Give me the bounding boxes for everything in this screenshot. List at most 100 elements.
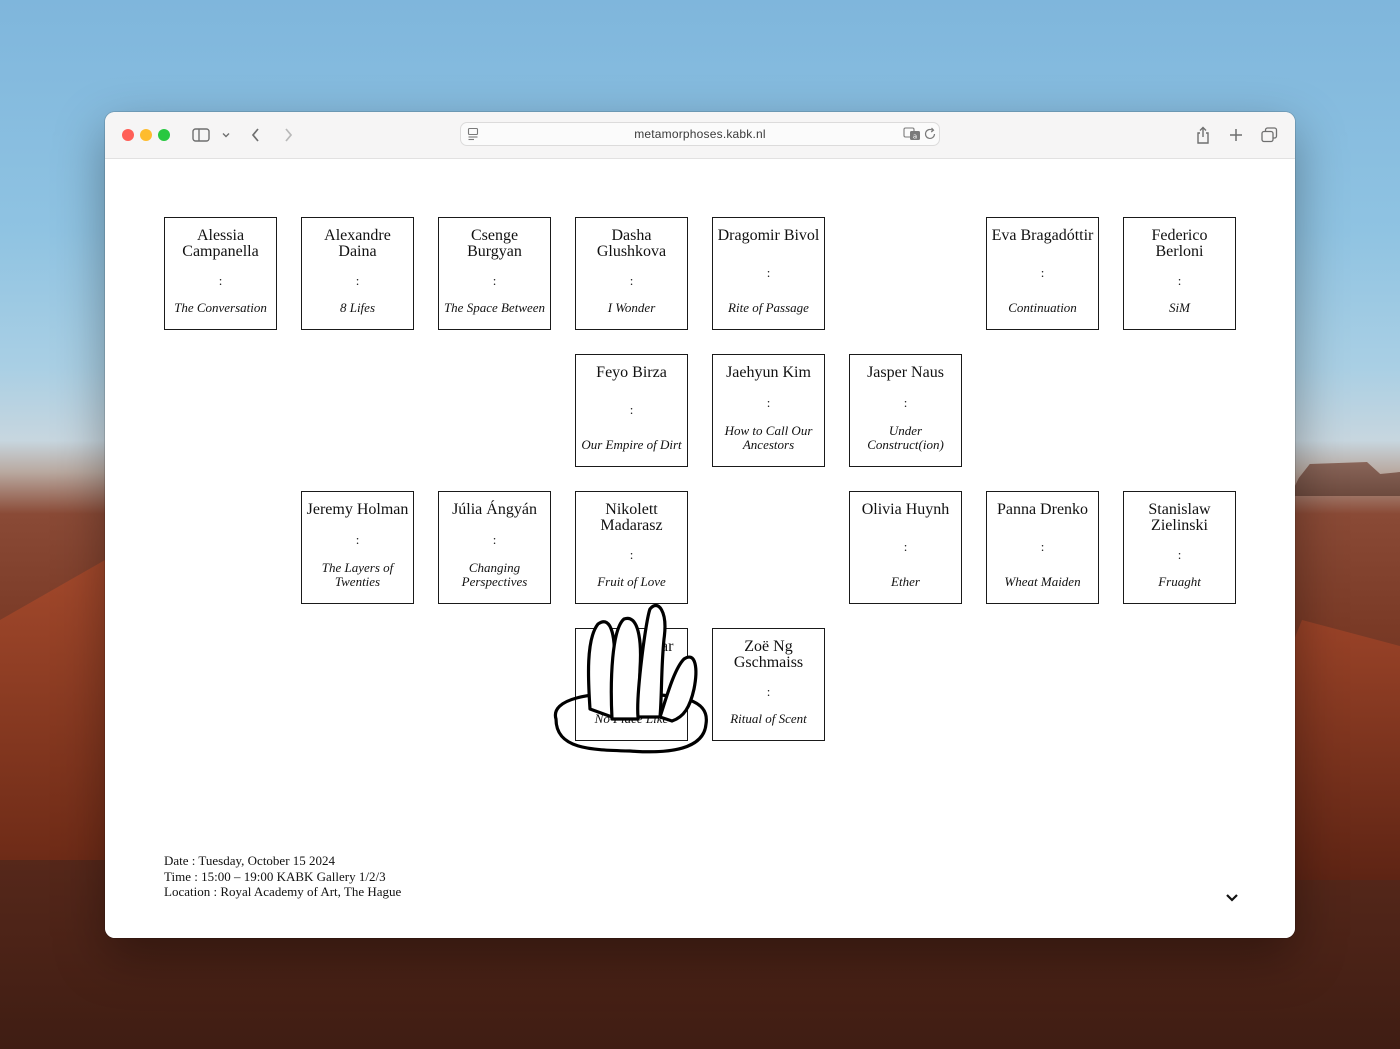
project-title: Ether bbox=[891, 574, 920, 589]
share-icon bbox=[1197, 126, 1209, 144]
project-card[interactable]: Dragomir Bivol: Rite of Passage bbox=[712, 217, 825, 330]
project-student-name: Csenge Burgyan bbox=[467, 227, 522, 260]
project-card[interactable]: Vin Engelaar: No Place Like bbox=[575, 628, 688, 741]
project-title: Changing Perspectives bbox=[461, 560, 528, 589]
project-student-name: Jaehyun Kim bbox=[726, 364, 811, 381]
project-title: Fruaght bbox=[1158, 574, 1201, 589]
project-student-name: Jasper Naus bbox=[867, 364, 944, 381]
zoom-window-button[interactable] bbox=[158, 129, 170, 141]
chevron-left-icon bbox=[251, 128, 259, 142]
project-title: SiM bbox=[1169, 300, 1190, 315]
project-title: The Space Between bbox=[443, 300, 546, 315]
project-title: How to Call Our Ancestors bbox=[724, 423, 813, 452]
event-info: Date : Tuesday, October 15 2024 Time : 1… bbox=[164, 853, 401, 900]
project-student-name: Panna Drenko bbox=[996, 501, 1089, 518]
chevron-down-icon bbox=[222, 133, 230, 138]
project-title: Under Construct(ion) bbox=[867, 423, 944, 452]
project-card[interactable]: Stanislaw Zielinski: Fruaght bbox=[1123, 491, 1236, 604]
sidebar-menu-button[interactable] bbox=[219, 123, 233, 147]
project-student-name: Nikolett Madarasz bbox=[600, 501, 663, 534]
project-card[interactable]: Alessia Campanella: The Conversation bbox=[164, 217, 277, 330]
share-button[interactable] bbox=[1193, 123, 1213, 147]
address-bar[interactable]: metamorphoses.kabk.nl a bbox=[460, 122, 940, 146]
project-separator: : bbox=[1177, 547, 1182, 562]
page-content: Alessia Campanella: The Conversation Alexa… bbox=[105, 159, 1295, 938]
background-mesa bbox=[1290, 462, 1400, 496]
project-card[interactable]: Alexandre Daina: 8 Lifes bbox=[301, 217, 414, 330]
svg-text:a: a bbox=[913, 133, 917, 141]
project-student-name: Alexandre Daina bbox=[324, 227, 391, 260]
project-card[interactable]: Jeremy Holman: The Layers of Twenties bbox=[301, 491, 414, 604]
project-card[interactable]: Federico Berloni: SiM bbox=[1123, 217, 1236, 330]
project-student-name: Dragomir Bivol bbox=[717, 227, 820, 244]
project-student-name: Vin Engelaar bbox=[589, 638, 674, 655]
event-date: Date : Tuesday, October 15 2024 bbox=[164, 853, 336, 868]
project-separator: : bbox=[766, 684, 771, 699]
new-tab-button[interactable] bbox=[1226, 123, 1246, 147]
project-student-name: Olivia Huynh bbox=[861, 501, 950, 518]
project-separator: : bbox=[492, 532, 497, 547]
project-title: The Layers of Twenties bbox=[321, 560, 394, 589]
tab-overview-button[interactable] bbox=[1259, 123, 1279, 147]
project-card[interactable]: Júlia Ángyán: Changing Perspectives bbox=[438, 491, 551, 604]
project-card[interactable]: Panna Drenko: Wheat Maiden bbox=[986, 491, 1099, 604]
translate-icon[interactable]: a bbox=[903, 127, 921, 146]
project-separator: : bbox=[629, 273, 634, 288]
project-separator: : bbox=[766, 395, 771, 410]
close-window-button[interactable] bbox=[122, 129, 134, 141]
browser-toolbar: metamorphoses.kabk.nl a bbox=[105, 112, 1295, 159]
project-separator: : bbox=[492, 273, 497, 288]
url-text: metamorphoses.kabk.nl bbox=[634, 127, 766, 141]
project-separator: : bbox=[903, 395, 908, 410]
sidebar-icon bbox=[192, 128, 210, 142]
project-title: I Wonder bbox=[607, 300, 656, 315]
project-card[interactable]: Nikolett Madarasz: Fruit of Love bbox=[575, 491, 688, 604]
project-student-name: Zoë Ng Gschmaiss bbox=[733, 638, 804, 671]
project-student-name: Júlia Ángyán bbox=[452, 501, 537, 518]
project-title: Ritual of Scent bbox=[730, 711, 807, 726]
reload-icon[interactable] bbox=[924, 127, 937, 146]
project-student-name: Stanislaw Zielinski bbox=[1148, 501, 1211, 534]
project-card[interactable]: Zoë Ng Gschmaiss: Ritual of Scent bbox=[712, 628, 825, 741]
minimize-window-button[interactable] bbox=[140, 129, 152, 141]
back-button[interactable] bbox=[246, 123, 266, 147]
project-student-name: Federico Berloni bbox=[1151, 227, 1208, 260]
project-card[interactable]: Csenge Burgyan: The Space Between bbox=[438, 217, 551, 330]
project-title: Our Empire of Dirt bbox=[581, 437, 682, 452]
sidebar-toggle-button[interactable] bbox=[191, 123, 211, 147]
project-card[interactable]: Eva Bragadóttir: Continuation bbox=[986, 217, 1099, 330]
project-student-name: Feyo Birza bbox=[596, 364, 667, 381]
project-separator: : bbox=[1040, 539, 1045, 554]
project-card[interactable]: Jaehyun Kim: How to Call Our Ancestors bbox=[712, 354, 825, 467]
project-title: No Place Like bbox=[594, 711, 669, 726]
project-separator: : bbox=[355, 273, 360, 288]
forward-button[interactable] bbox=[278, 123, 298, 147]
project-title: Wheat Maiden bbox=[1004, 574, 1081, 589]
plus-icon bbox=[1230, 129, 1242, 141]
scroll-down-icon[interactable] bbox=[1223, 889, 1241, 907]
project-student-name: Jeremy Holman bbox=[306, 501, 409, 518]
project-separator: : bbox=[629, 547, 634, 562]
project-separator: : bbox=[629, 676, 634, 691]
project-card[interactable]: Feyo Birza: Our Empire of Dirt bbox=[575, 354, 688, 467]
project-card[interactable]: Dasha Glushkova: I Wonder bbox=[575, 217, 688, 330]
project-separator: : bbox=[1040, 265, 1045, 280]
project-title: Continuation bbox=[1008, 300, 1077, 315]
project-student-name: Alessia Campanella bbox=[182, 227, 259, 260]
project-card[interactable]: Jasper Naus: Under Construct(ion) bbox=[849, 354, 962, 467]
chevron-right-icon bbox=[285, 128, 293, 142]
event-location: Location : Royal Academy of Art, The Hag… bbox=[164, 884, 402, 899]
project-student-name: Dasha Glushkova bbox=[596, 227, 667, 260]
project-title: The Conversation bbox=[174, 300, 267, 315]
project-title: 8 Lifes bbox=[339, 300, 376, 315]
event-time: Time : 15:00 – 19:00 KABK Gallery 1/2/3 bbox=[164, 868, 386, 884]
project-separator: : bbox=[629, 402, 634, 417]
project-title: Rite of Passage bbox=[728, 300, 809, 315]
project-card[interactable]: Olivia Huynh: Ether bbox=[849, 491, 962, 604]
project-separator: : bbox=[1177, 273, 1182, 288]
project-separator: : bbox=[355, 532, 360, 547]
browser-window: metamorphoses.kabk.nl a Alessia Campanel… bbox=[105, 112, 1295, 938]
project-separator: : bbox=[766, 265, 771, 280]
tab-overview-icon bbox=[1260, 127, 1277, 143]
project-student-name: Eva Bragadóttir bbox=[991, 227, 1094, 244]
